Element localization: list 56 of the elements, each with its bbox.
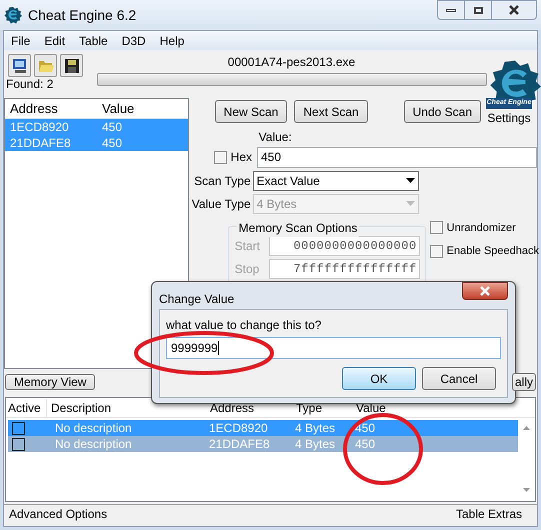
prompt-text: what value to change this to? [166, 317, 322, 334]
option-label: Unrandomizer [446, 220, 516, 236]
menu-item[interactable]: Edit [44, 32, 66, 50]
undo-scan-button[interactable]: Undo Scan [404, 100, 481, 123]
dropdown-arrow-icon [406, 201, 415, 206]
add-address-button[interactable]: ally [512, 372, 536, 390]
stop-address-field[interactable]: 7fffffffffffffff [268, 258, 420, 278]
start-address-field[interactable]: 0000000000000000 [268, 236, 420, 256]
option-checkbox[interactable] [430, 221, 443, 234]
option-checkbox[interactable] [430, 244, 443, 258]
value-field[interactable]: 450 [257, 146, 537, 168]
option-label: Enable Speedhack [446, 244, 540, 259]
next-scan-button[interactable]: Next Scan [294, 100, 368, 123]
column-header[interactable]: Active [6, 398, 46, 416]
scan-type-label: Scan Type [193, 172, 252, 190]
hex-checkbox[interactable] [214, 150, 227, 164]
close-button[interactable] [462, 282, 508, 300]
close-icon [508, 5, 520, 15]
column-header[interactable]: Value [97, 98, 134, 118]
app-icon [4, 6, 22, 24]
table-extras-link[interactable]: Table Extras [456, 504, 522, 522]
folder-icon [38, 58, 54, 72]
menu-item[interactable]: File [11, 32, 30, 50]
ok-button[interactable]: OK [342, 367, 416, 390]
advanced-options-link[interactable]: Advanced Options [9, 504, 108, 522]
active-checkbox[interactable] [12, 438, 25, 450]
restore-button[interactable] [465, 0, 491, 20]
close-button[interactable] [491, 0, 537, 20]
hex-label: Hex [230, 149, 252, 166]
new-scan-button[interactable]: New Scan [214, 100, 288, 123]
process-name: 00001A74-pes2013.exe [228, 54, 356, 71]
scan-type-dropdown[interactable]: Exact Value [252, 170, 419, 190]
save-button[interactable] [60, 54, 83, 77]
dialog-title: Change Value [159, 291, 234, 308]
dropdown-arrow-icon [406, 178, 415, 183]
new-value-field[interactable]: 9999999 [166, 337, 501, 359]
cancel-button[interactable]: Cancel [422, 367, 496, 390]
column-header[interactable]: Address [5, 98, 97, 118]
value-type-label: Value Type [190, 196, 252, 212]
minimize-button[interactable] [437, 0, 465, 20]
scroll-up-icon[interactable] [523, 426, 530, 430]
window-title: Cheat Engine 6.2 [28, 6, 136, 25]
menu-item[interactable]: Help [160, 32, 184, 50]
start-label: Start [234, 238, 261, 254]
open-process-button[interactable] [8, 54, 31, 77]
menu-item[interactable]: Table [79, 32, 108, 50]
value-label: Value: [258, 128, 293, 146]
active-checkbox[interactable] [12, 422, 25, 434]
stop-label: Stop [234, 260, 260, 278]
found-count: Found: 2 [5, 78, 54, 90]
scroll-down-icon[interactable] [523, 488, 530, 492]
memory-view-button[interactable]: Memory View [5, 374, 96, 390]
menu-item[interactable]: D3D [122, 32, 146, 50]
computer-icon [12, 58, 28, 74]
settings-link[interactable]: Settings [487, 108, 531, 126]
close-icon [479, 286, 491, 296]
